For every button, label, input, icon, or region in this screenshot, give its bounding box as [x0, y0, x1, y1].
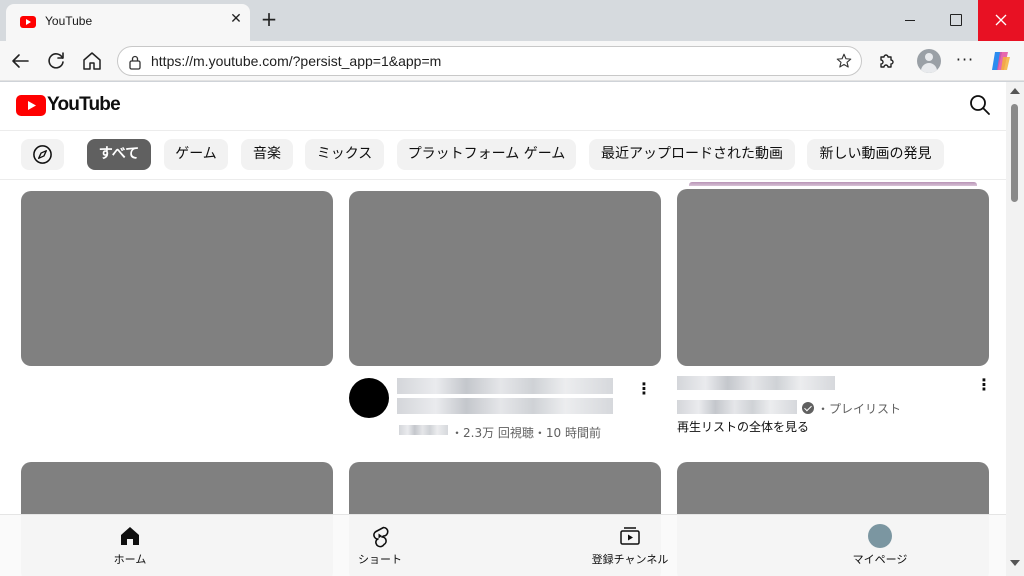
blurred-video-title[interactable] [397, 398, 613, 414]
puzzle-icon [880, 54, 894, 68]
back-arrow-icon [12, 54, 29, 68]
nav-home-label: ホーム [113, 553, 147, 566]
nav-shorts[interactable]: ショート [320, 515, 440, 576]
blurred-playlist-title[interactable] [677, 376, 835, 390]
chip-music[interactable]: 音楽 [241, 139, 293, 170]
back-button[interactable] [8, 49, 32, 73]
reload-icon [48, 52, 64, 69]
chip-mix[interactable]: ミックス [305, 139, 384, 170]
home-outline-icon [83, 52, 101, 70]
nav-shorts-label: ショート [358, 553, 402, 566]
youtube-logo-icon[interactable] [16, 95, 46, 116]
subscriptions-icon [620, 527, 640, 545]
scrollbar-thumb[interactable] [1011, 104, 1018, 202]
extensions-button[interactable] [875, 49, 899, 73]
address-bar[interactable]: https://m.youtube.com/?persist_app=1&app… [117, 46, 862, 76]
chip-new-discoveries[interactable]: 新しい動画の発見 [807, 139, 944, 170]
blurred-channel-name [677, 400, 797, 414]
nav-my-page[interactable]: マイページ [820, 515, 940, 576]
chip-bar: すべて ゲーム 音楽 ミックス プラットフォーム ゲーム 最近アップロードされた… [0, 130, 1006, 180]
youtube-favicon-icon [20, 16, 36, 28]
copilot-icon[interactable] [989, 49, 1013, 73]
verified-badge-icon [802, 402, 814, 414]
nav-my-page-label: マイページ [852, 553, 908, 566]
chip-games[interactable]: ゲーム [164, 139, 228, 170]
url-text[interactable]: https://m.youtube.com/?persist_app=1&app… [151, 53, 441, 69]
profile-icon[interactable] [917, 49, 941, 73]
explore-chip[interactable] [21, 139, 64, 170]
more-actions-icon[interactable]: ⋮ [976, 376, 992, 396]
compass-icon [33, 145, 52, 164]
chip-platform-games[interactable]: プラットフォーム ゲーム [397, 139, 576, 170]
blurred-video-title[interactable] [397, 378, 613, 394]
video-thumbnail[interactable] [349, 191, 661, 366]
shorts-icon [373, 526, 389, 548]
home-icon [121, 527, 139, 545]
video-meta: ・2.3万 回視聴・10 時間前 [451, 426, 601, 440]
title-bar: YouTube ✕ + [0, 0, 1024, 41]
nav-subscriptions-label: 登録チャンネル [591, 553, 669, 566]
scroll-up-arrow-icon[interactable] [1010, 88, 1020, 94]
minimize-button[interactable] [890, 8, 930, 32]
bottom-navigation: ホーム ショート 登録チャンネル マイページ [0, 514, 1006, 576]
video-thumbnail[interactable] [21, 191, 333, 366]
playlist-meta: ・プレイリスト [817, 402, 902, 416]
playlist-stack-stripe [689, 182, 977, 186]
chip-recently-uploaded[interactable]: 最近アップロードされた動画 [589, 139, 795, 170]
nav-home[interactable]: ホーム [70, 515, 190, 576]
youtube-page: YouTube すべて ゲーム 音楽 ミックス プラットフォーム ゲーム 最近ア… [0, 82, 1006, 576]
tab-title: YouTube [45, 14, 93, 28]
new-tab-button[interactable]: + [258, 9, 280, 31]
scroll-down-arrow-icon[interactable] [1010, 560, 1020, 566]
search-icon[interactable] [969, 94, 991, 116]
channel-avatar[interactable] [349, 378, 389, 418]
more-actions-icon[interactable]: ⋮ [636, 380, 652, 400]
chip-all[interactable]: すべて [87, 139, 151, 170]
browser-toolbar: https://m.youtube.com/?persist_app=1&app… [0, 41, 1024, 81]
nav-subscriptions[interactable]: 登録チャンネル [570, 515, 690, 576]
home-button[interactable] [80, 49, 104, 73]
reload-button[interactable] [44, 49, 68, 73]
youtube-logo-text[interactable]: YouTube [47, 94, 121, 116]
playlist-thumbnail[interactable] [677, 189, 989, 366]
lock-icon[interactable] [128, 54, 142, 70]
tab-close-icon[interactable]: ✕ [228, 11, 244, 27]
blurred-channel-name [399, 425, 448, 435]
maximize-button[interactable] [936, 8, 976, 32]
page-scrollbar[interactable] [1006, 82, 1024, 576]
more-menu-icon[interactable]: ··· [955, 49, 975, 73]
favorite-star-icon[interactable] [835, 52, 853, 70]
close-window-button[interactable] [978, 0, 1024, 41]
view-full-playlist-link[interactable]: 再生リストの全体を見る [677, 418, 809, 435]
browser-tab[interactable]: YouTube ✕ [6, 4, 250, 41]
avatar [868, 524, 892, 548]
close-icon [995, 14, 1007, 26]
